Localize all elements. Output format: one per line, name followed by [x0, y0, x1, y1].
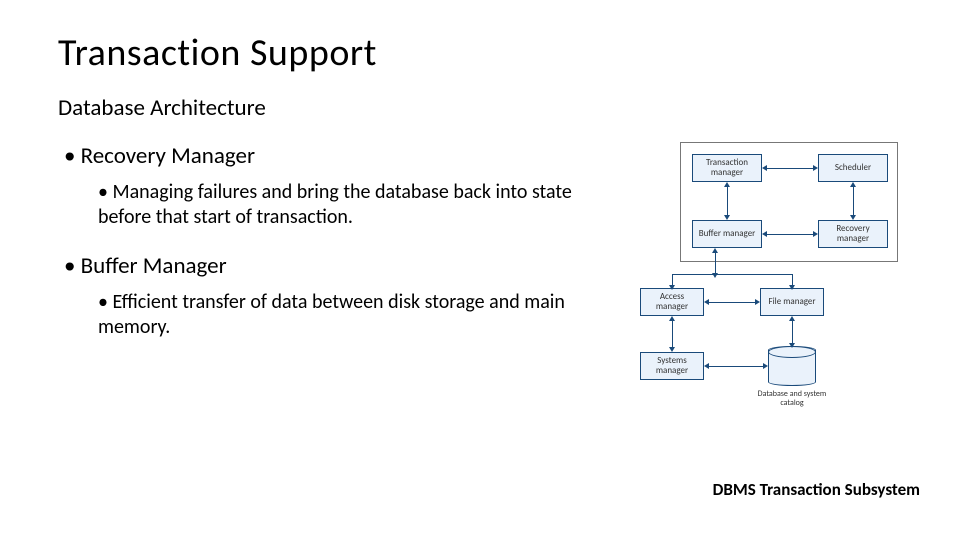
arrow-tm-sched [766, 168, 814, 169]
architecture-diagram: Transaction manager Scheduler Buffer man… [620, 142, 900, 432]
node-scheduler: Scheduler [818, 154, 888, 182]
node-transaction-manager: Transaction manager [692, 154, 762, 182]
arrow-split-h [672, 274, 792, 275]
diagram-caption: DBMS Transaction Subsystem [713, 479, 920, 500]
node-buffer-manager: Buffer manager [692, 220, 762, 248]
arrow-tm-bm [727, 186, 728, 216]
bullet-recovery-detail: Managing failures and bring the database… [98, 180, 578, 230]
arrow-to-access [672, 274, 673, 286]
arrow-bm-down [715, 252, 716, 274]
arrow-bm-rm [766, 234, 814, 235]
arrow-access-file [708, 302, 756, 303]
arrow-to-file [792, 274, 793, 286]
slide-title: Transaction Support [58, 30, 910, 76]
arrow-file-db [792, 320, 793, 344]
bullet-buffer-manager: Buffer Manager [58, 252, 600, 280]
node-recovery-manager: Recovery manager [818, 220, 888, 248]
bullet-recovery-manager: Recovery Manager [58, 142, 600, 170]
diagram-column: Transaction manager Scheduler Buffer man… [620, 142, 910, 432]
node-file-manager: File manager [760, 288, 824, 316]
slide-subtitle: Database Architecture [58, 94, 910, 122]
node-systems-manager: Systems manager [640, 352, 704, 380]
bullet-buffer-detail: Efficient transfer of data between disk … [98, 290, 578, 340]
node-access-manager: Access manager [640, 288, 704, 316]
database-cylinder [768, 346, 816, 386]
arrow-systems-db [708, 366, 764, 367]
database-label: Database and system catalog [752, 390, 832, 408]
content-row: Recovery Manager Managing failures and b… [58, 142, 910, 432]
arrow-access-systems [672, 320, 673, 348]
text-column: Recovery Manager Managing failures and b… [58, 142, 620, 362]
slide: Transaction Support Database Architectur… [0, 0, 960, 452]
arrow-sched-rm [853, 186, 854, 216]
